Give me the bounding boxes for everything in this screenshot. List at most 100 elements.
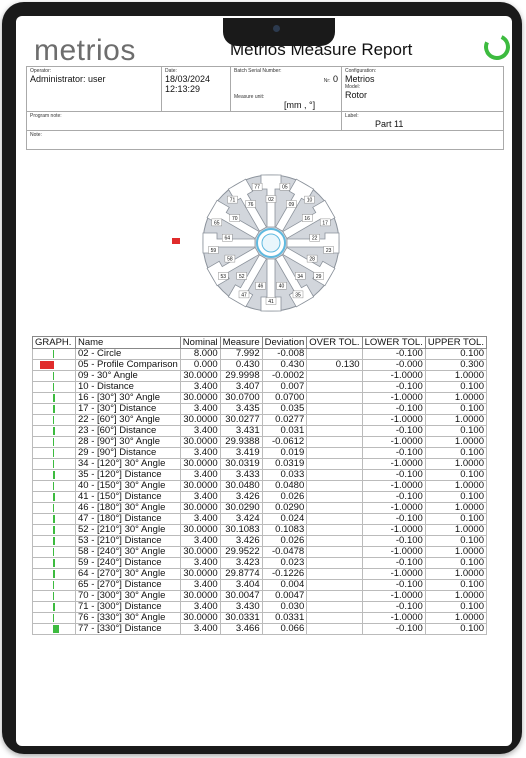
- cell-name: 59 - [240°] Distance: [75, 557, 181, 569]
- cell-name: 46 - [180°] 30° Angle: [75, 502, 181, 514]
- col-measure: Measure: [219, 336, 263, 349]
- cell-lower: -0.100: [361, 579, 426, 591]
- cell-lower: -0.100: [361, 601, 426, 613]
- cell-measure: 30.0331: [219, 612, 263, 624]
- cell-over: [306, 535, 363, 547]
- cell-name: 71 - [300°] Distance: [75, 601, 181, 613]
- cell-measure: 3.426: [219, 491, 263, 503]
- cell-measure: 3.407: [219, 381, 263, 393]
- dimension-label: 35: [295, 292, 301, 298]
- dimension-label: 41: [268, 299, 274, 305]
- table-row: 46 - [180°] 30° Angle 30.0000 30.0290 0.029…: [32, 502, 487, 514]
- cell-measure: 3.426: [219, 535, 263, 547]
- cell-measure: 3.431: [219, 425, 263, 437]
- cell-measure: 30.0277: [219, 414, 263, 426]
- cell-nominal: 3.400: [179, 623, 221, 635]
- table-row: 40 - [150°] 30° Angle 30.0000 30.0480 0.048…: [32, 480, 487, 492]
- cell-measure: 29.8774: [219, 568, 263, 580]
- in-tolerance-bar: [53, 570, 55, 578]
- cell-over: [306, 513, 363, 525]
- in-tolerance-bar: [53, 383, 54, 391]
- cell-nominal: 30.0000: [179, 546, 221, 558]
- in-tolerance-bar: [53, 427, 55, 435]
- cell-measure: 3.435: [219, 403, 263, 415]
- dimension-label: 22: [312, 236, 318, 242]
- cell-deviation: -0.008: [261, 348, 308, 360]
- graph-cell: [32, 370, 76, 382]
- cell-name: 41 - [150°] Distance: [75, 491, 181, 503]
- dimension-label: 40: [279, 284, 285, 290]
- note-label: Note:: [30, 132, 42, 138]
- dimension-label: 28: [309, 257, 315, 263]
- cell-measure: 3.423: [219, 557, 263, 569]
- graph-cell: [32, 458, 76, 470]
- cell-over: [306, 348, 363, 360]
- table-row: 52 - [210°] 30° Angle 30.0000 30.1083 0.108…: [32, 524, 487, 536]
- in-tolerance-bar: [53, 350, 54, 358]
- cell-name: 65 - [270°] Distance: [75, 579, 181, 591]
- graph-cell: [32, 546, 76, 558]
- cell-upper: 0.100: [424, 601, 487, 613]
- model-value: Rotor: [345, 90, 368, 100]
- graph-cell: [32, 359, 76, 371]
- in-tolerance-bar: [53, 537, 55, 545]
- graph-cell: [32, 623, 76, 635]
- tablet-frame: metrios Metrios Measure Report Operator:…: [2, 2, 522, 754]
- cell-measure: 3.424: [219, 513, 263, 525]
- cell-name: 52 - [210°] 30° Angle: [75, 524, 181, 536]
- dimension-label: 16: [304, 216, 310, 222]
- measurement-table: GRAPH. Name Nominal Measure Deviation OV…: [32, 336, 487, 635]
- cell-deviation: 0.0319: [261, 458, 308, 470]
- cell-deviation: 0.0331: [261, 612, 308, 624]
- cell-over: [306, 381, 363, 393]
- graph-cell: [32, 392, 76, 404]
- dimension-label: 59: [211, 248, 217, 254]
- cell-lower: -0.000: [361, 359, 426, 371]
- cell-nominal: 30.0000: [179, 502, 221, 514]
- dimension-label: 10: [307, 198, 313, 204]
- graph-cell: [32, 447, 76, 459]
- cell-over: [306, 601, 363, 613]
- cell-lower: -0.100: [361, 381, 426, 393]
- dimension-label: 17: [322, 220, 328, 226]
- cell-lower: -0.100: [361, 491, 426, 503]
- cell-nominal: 3.400: [179, 403, 221, 415]
- cell-lower: -1.0000: [361, 524, 426, 536]
- col-nominal: Nominal: [179, 336, 221, 349]
- graph-cell: [32, 612, 76, 624]
- table-row: 41 - [150°] Distance 3.400 3.426 0.026 -0.10…: [32, 491, 487, 503]
- cell-nominal: 30.0000: [179, 524, 221, 536]
- cell-measure: 0.430: [219, 359, 263, 371]
- cell-deviation: -0.1226: [261, 568, 308, 580]
- cell-over: [306, 436, 363, 448]
- cell-over: [306, 392, 363, 404]
- graph-cell: [32, 381, 76, 393]
- cell-name: 10 - Distance: [75, 381, 181, 393]
- in-tolerance-bar: [53, 548, 54, 556]
- cell-upper: 0.100: [424, 403, 487, 415]
- col-graph: GRAPH.: [32, 336, 76, 349]
- camera-notch: [223, 18, 335, 46]
- cell-nominal: 30.0000: [179, 414, 221, 426]
- cell-nominal: 3.400: [179, 535, 221, 547]
- cell-upper: 1.0000: [424, 458, 487, 470]
- cell-measure: 3.433: [219, 469, 263, 481]
- cell-name: 34 - [120°] 30° Angle: [75, 458, 181, 470]
- cell-name: 09 - 30° Angle: [75, 370, 181, 382]
- cell-lower: -0.100: [361, 469, 426, 481]
- table-row: 53 - [210°] Distance 3.400 3.426 0.026 -0.10…: [32, 535, 487, 547]
- camera-icon: [273, 25, 280, 32]
- dimension-label: 71: [230, 198, 236, 204]
- dimension-label: 77: [254, 185, 260, 191]
- table-row: 65 - [270°] Distance 3.400 3.404 0.004 -0.10…: [32, 579, 487, 591]
- graph-cell: [32, 491, 76, 503]
- col-upper-tol: UPPER TOL.: [424, 336, 487, 349]
- cell-over: [306, 524, 363, 536]
- cell-lower: -1.0000: [361, 502, 426, 514]
- cell-over: [306, 469, 363, 481]
- graph-cell: [32, 579, 76, 591]
- cell-lower: -0.100: [361, 513, 426, 525]
- in-tolerance-bar: [53, 482, 54, 490]
- table-row: 71 - [300°] Distance 3.400 3.430 0.030 -0.10…: [32, 601, 487, 613]
- col-over-tol: OVER TOL.: [306, 336, 363, 349]
